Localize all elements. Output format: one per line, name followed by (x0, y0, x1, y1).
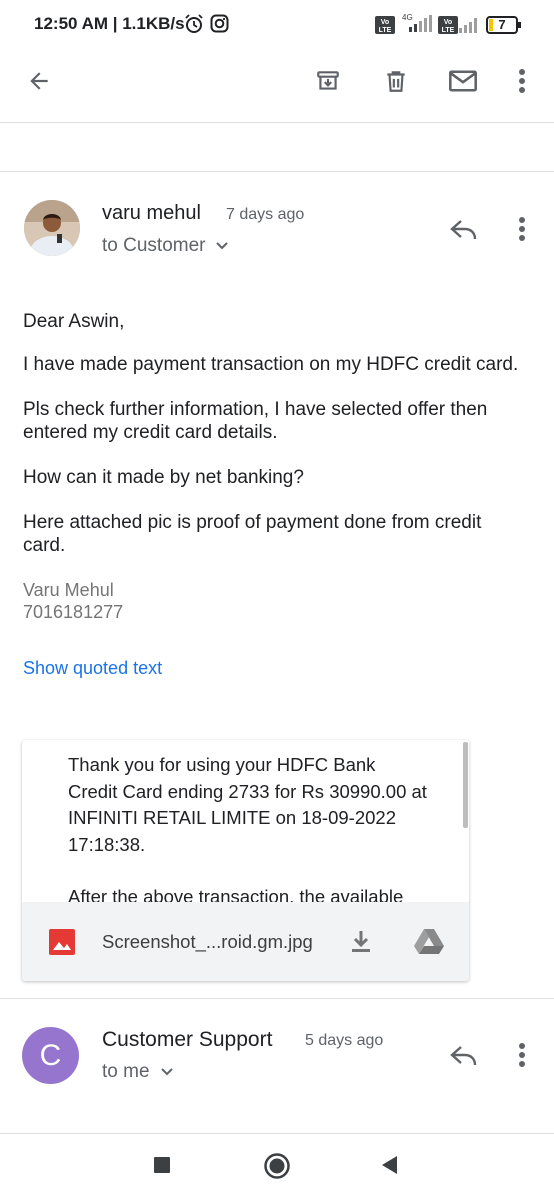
header-divider (0, 171, 554, 172)
toolbar (0, 50, 554, 120)
message-divider (0, 998, 554, 999)
svg-text:Vo: Vo (381, 19, 389, 26)
sender-name: varu mehul (102, 202, 201, 224)
preview-scrollbar[interactable] (463, 742, 468, 828)
attachment-card[interactable]: Thank you for using your HDFC Bank Credi… (22, 740, 469, 981)
trash-icon[interactable] (377, 62, 415, 100)
recipients-toggle-2[interactable]: to me (102, 1061, 174, 1083)
status-bar: 12:50 AM | 1.1KB/s Vo LTE 4G Vo LTE 7 (0, 0, 554, 50)
attachment-filename: Screenshot_...roid.gm.jpg (102, 931, 313, 952)
body-greeting: Dear Aswin, (23, 311, 125, 332)
toolbar-divider (0, 122, 554, 123)
chevron-down-icon (215, 241, 229, 251)
svg-text:Vo: Vo (444, 19, 452, 26)
archive-icon[interactable] (309, 62, 347, 100)
chevron-down-icon-2 (160, 1067, 174, 1077)
customer-support-avatar[interactable]: C (22, 1027, 79, 1084)
message-time: 7 days ago (226, 206, 305, 223)
message-time-2: 5 days ago (305, 1032, 384, 1049)
message-more-icon[interactable] (503, 210, 541, 248)
body-paragraph-3: How can it made by net banking? (23, 467, 304, 488)
svg-text:LTE: LTE (379, 27, 392, 34)
instagram-icon (210, 14, 229, 38)
drive-icon[interactable] (410, 924, 448, 958)
volte-icon: Vo LTE (375, 16, 395, 39)
to-recipients: to Customer (102, 235, 206, 256)
sender-name-2: Customer Support (102, 1028, 273, 1051)
reply-icon[interactable] (444, 210, 484, 250)
show-quoted-text-link[interactable]: Show quoted text (23, 658, 162, 679)
battery-icon: 7 (486, 15, 522, 40)
alarm-icon (184, 14, 204, 39)
download-icon[interactable] (344, 924, 378, 958)
image-file-icon (49, 929, 75, 960)
svg-text:4G: 4G (402, 13, 413, 22)
recipients-toggle[interactable]: to Customer (102, 235, 229, 257)
back-triangle-icon[interactable] (374, 1150, 404, 1180)
volte-icon-2: Vo LTE (438, 16, 458, 39)
signature-name: Varu Mehul (23, 580, 114, 600)
attachment-footer: Screenshot_...roid.gm.jpg (22, 902, 469, 981)
more-vert-icon[interactable] (503, 62, 541, 100)
sender-avatar[interactable] (24, 200, 80, 256)
system-nav-bar (0, 1134, 554, 1200)
status-time: 12:50 AM | 1.1KB/s (34, 14, 185, 33)
body-paragraph-2: Pls check further information, I have se… (23, 399, 488, 443)
message-more-icon-2[interactable] (503, 1036, 541, 1074)
to-recipients-2: to me (102, 1061, 150, 1082)
body-paragraph-4: Here attached pic is proof of payment do… (23, 512, 482, 556)
back-arrow-icon[interactable] (20, 62, 58, 100)
envelope-icon[interactable] (444, 62, 482, 100)
signature-phone: 7016181277 (23, 602, 124, 622)
attachment-preview-text: Thank you for using your HDFC Bank Credi… (68, 752, 428, 911)
reply-icon-2[interactable] (444, 1036, 484, 1076)
recents-square-icon[interactable] (147, 1150, 177, 1180)
home-circle-icon[interactable] (259, 1148, 295, 1184)
battery-level: 7 (498, 17, 506, 32)
body-paragraph-1: I have made payment transaction on my HD… (23, 354, 519, 375)
svg-text:LTE: LTE (442, 27, 455, 34)
signal-icon-2 (458, 14, 480, 39)
preview-line-1: Thank you for using your HDFC Bank Credi… (68, 754, 427, 855)
signal-icon-1: 4G (401, 12, 433, 39)
